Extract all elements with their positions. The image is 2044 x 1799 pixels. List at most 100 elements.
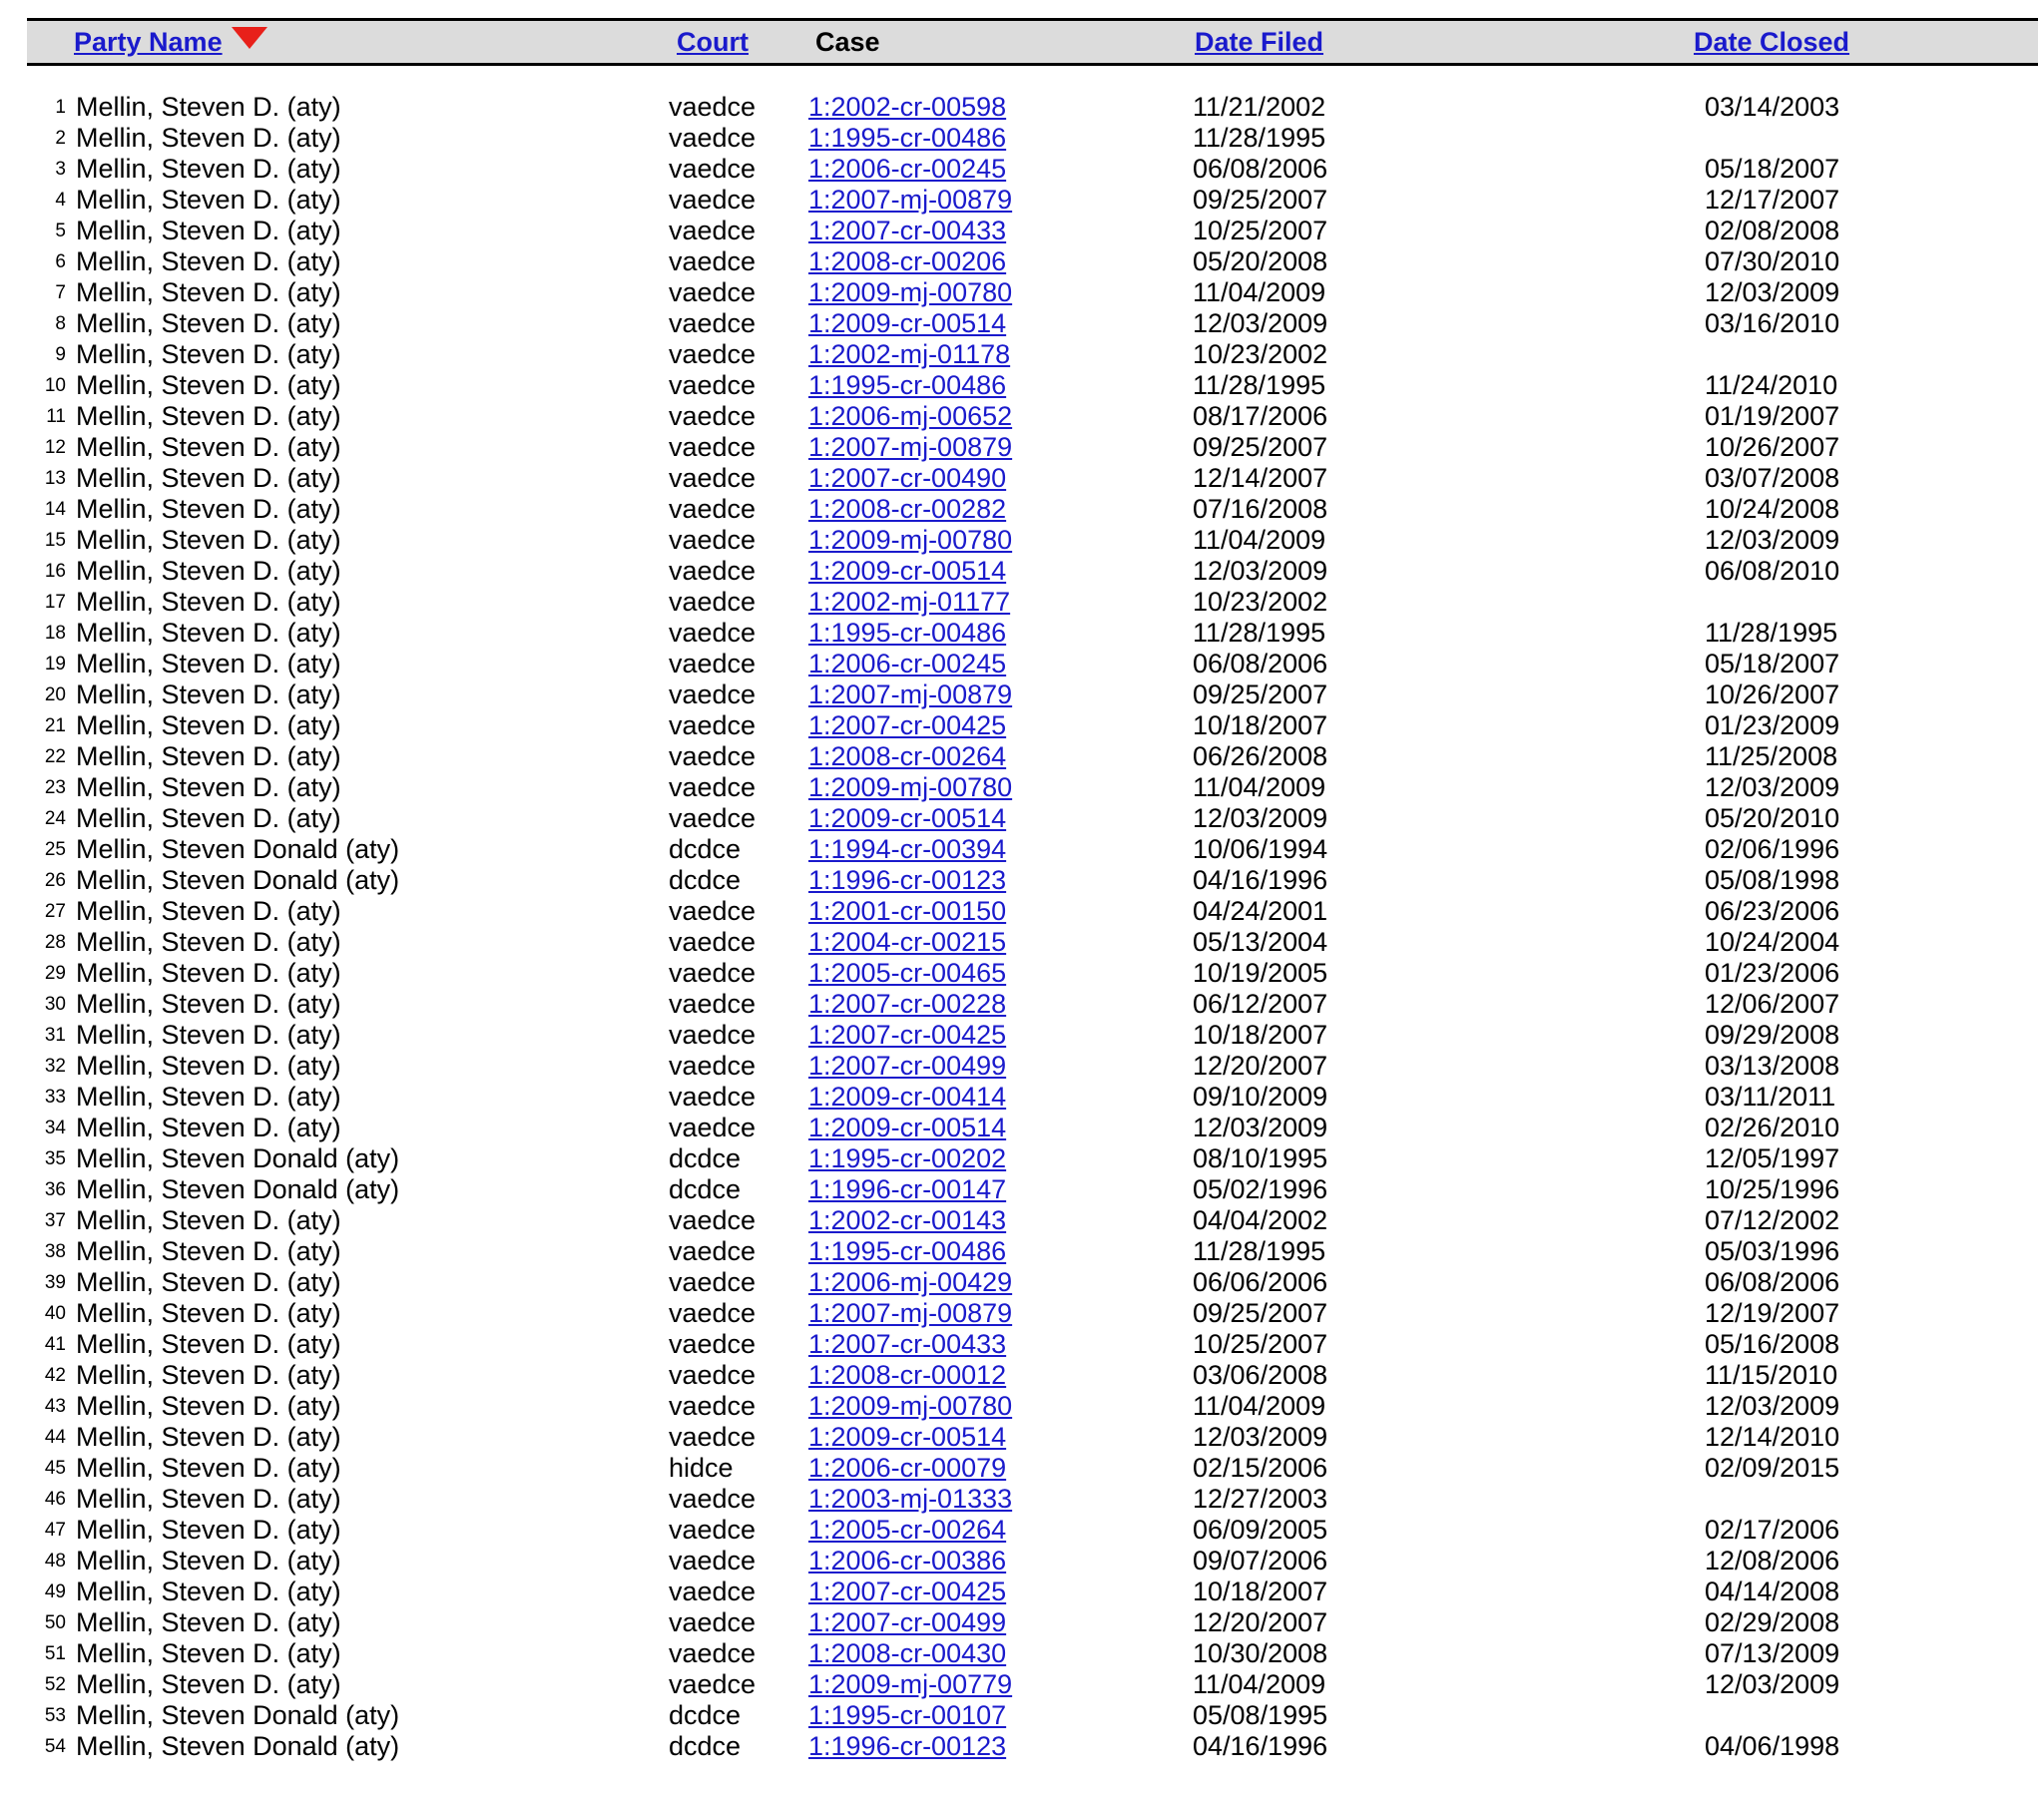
- date-filed-cell: 11/21/2002: [1193, 92, 1326, 122]
- date-filed-cell: 07/16/2008: [1193, 494, 1328, 524]
- case-link[interactable]: 1:2007-mj-00879: [808, 679, 1012, 710]
- date-closed-cell: 11/28/1995: [1705, 618, 1838, 648]
- table-row: 32 Mellin, Steven D. (aty) vaedce 1:2007-cr…: [0, 1051, 2044, 1082]
- party-name-sort-link[interactable]: Party Name: [74, 27, 223, 58]
- party-name-cell: Mellin, Steven Donald (aty): [76, 1731, 400, 1761]
- case-link[interactable]: 1:2006-mj-00429: [808, 1267, 1012, 1298]
- court-sort-link[interactable]: Court: [677, 27, 749, 58]
- date-filed-cell: 06/08/2006: [1193, 154, 1328, 184]
- date-filed-cell: 10/19/2005: [1193, 958, 1328, 988]
- court-cell: vaedce: [669, 896, 757, 926]
- case-link[interactable]: 1:2008-cr-00430: [808, 1638, 1006, 1669]
- court-cell: vaedce: [669, 154, 757, 184]
- case-link[interactable]: 1:2009-cr-00514: [808, 556, 1006, 587]
- court-cell: vaedce: [669, 1298, 757, 1328]
- sort-descending-icon[interactable]: [232, 27, 267, 49]
- case-link[interactable]: 1:1995-cr-00486: [808, 370, 1006, 401]
- case-link[interactable]: 1:2002-cr-00143: [808, 1205, 1006, 1236]
- case-link[interactable]: 1:2009-mj-00779: [808, 1669, 1012, 1700]
- case-link[interactable]: 1:2008-cr-00012: [808, 1360, 1006, 1391]
- case-link[interactable]: 1:2007-mj-00879: [808, 185, 1012, 216]
- case-link[interactable]: 1:1995-cr-00486: [808, 618, 1006, 649]
- party-name-cell: Mellin, Steven D. (aty): [76, 649, 341, 678]
- case-link[interactable]: 1:2009-cr-00514: [808, 308, 1006, 339]
- case-link[interactable]: 1:2004-cr-00215: [808, 927, 1006, 958]
- case-link[interactable]: 1:2007-cr-00425: [808, 1020, 1006, 1051]
- case-link[interactable]: 1:2007-cr-00433: [808, 1329, 1006, 1360]
- case-link[interactable]: 1:1995-cr-00107: [808, 1700, 1006, 1731]
- case-link[interactable]: 1:2006-cr-00245: [808, 649, 1006, 679]
- date-closed-cell: 05/20/2010: [1705, 803, 1840, 833]
- case-link[interactable]: 1:2006-cr-00245: [808, 154, 1006, 185]
- case-link[interactable]: 1:1996-cr-00147: [808, 1174, 1006, 1205]
- case-link[interactable]: 1:2007-cr-00490: [808, 463, 1006, 494]
- case-link[interactable]: 1:2009-mj-00780: [808, 525, 1012, 556]
- case-link[interactable]: 1:2009-mj-00780: [808, 1391, 1012, 1422]
- case-link[interactable]: 1:2005-cr-00465: [808, 958, 1006, 989]
- case-link[interactable]: 1:1994-cr-00394: [808, 834, 1006, 865]
- case-link[interactable]: 1:2009-cr-00414: [808, 1082, 1006, 1113]
- row-number: 23: [44, 777, 66, 798]
- case-link[interactable]: 1:2008-cr-00264: [808, 741, 1006, 772]
- case-link[interactable]: 1:2009-cr-00514: [808, 1113, 1006, 1143]
- case-link[interactable]: 1:2007-cr-00499: [808, 1051, 1006, 1082]
- date-filed-cell: 11/28/1995: [1193, 1236, 1326, 1266]
- date-filed-cell: 02/15/2006: [1193, 1453, 1328, 1483]
- case-link[interactable]: 1:2006-cr-00079: [808, 1453, 1006, 1484]
- party-name-cell: Mellin, Steven D. (aty): [76, 1205, 341, 1235]
- case-link[interactable]: 1:2002-mj-01177: [808, 587, 1010, 618]
- case-link[interactable]: 1:2006-mj-00652: [808, 401, 1012, 432]
- date-filed-cell: 04/16/1996: [1193, 865, 1328, 895]
- court-cell: vaedce: [669, 1391, 757, 1421]
- case-link[interactable]: 1:2007-mj-00879: [808, 432, 1012, 463]
- row-number: 34: [44, 1118, 66, 1138]
- table-row: 1 Mellin, Steven D. (aty) vaedce 1:2002-cr-…: [0, 92, 2044, 123]
- case-link[interactable]: 1:2009-cr-00514: [808, 1422, 1006, 1453]
- date-closed-sort-link[interactable]: Date Closed: [1694, 27, 1849, 58]
- case-link[interactable]: 1:2002-mj-01178: [808, 339, 1010, 370]
- row-number: 26: [44, 870, 66, 891]
- case-link[interactable]: 1:2003-mj-01333: [808, 1484, 1012, 1515]
- case-link[interactable]: 1:2007-cr-00228: [808, 989, 1006, 1020]
- court-cell: vaedce: [669, 1576, 757, 1606]
- case-link[interactable]: 1:2008-cr-00282: [808, 494, 1006, 525]
- table-row: 15 Mellin, Steven D. (aty) vaedce 1:2009-mj…: [0, 525, 2044, 556]
- case-link[interactable]: 1:2009-mj-00780: [808, 277, 1012, 308]
- table-row: 54 Mellin, Steven Donald (aty) dcdce 1:1996…: [0, 1731, 2044, 1762]
- court-cell: vaedce: [669, 710, 757, 740]
- table-row: 45 Mellin, Steven D. (aty) hidce 1:2006-cr-…: [0, 1453, 2044, 1484]
- case-link[interactable]: 1:2007-cr-00433: [808, 216, 1006, 246]
- case-link[interactable]: 1:2007-cr-00425: [808, 710, 1006, 741]
- date-filed-cell: 10/06/1994: [1193, 834, 1328, 864]
- date-filed-cell: 10/23/2002: [1193, 587, 1328, 617]
- row-number: 7: [55, 282, 66, 303]
- case-link[interactable]: 1:2005-cr-00264: [808, 1515, 1006, 1546]
- case-link[interactable]: 1:1996-cr-00123: [808, 1731, 1006, 1762]
- case-link[interactable]: 1:2007-mj-00879: [808, 1298, 1012, 1329]
- case-link[interactable]: 1:1995-cr-00486: [808, 1236, 1006, 1267]
- row-number: 14: [44, 499, 66, 520]
- court-cell: vaedce: [669, 989, 757, 1019]
- table-row: 26 Mellin, Steven Donald (aty) dcdce 1:1996…: [0, 865, 2044, 896]
- case-link[interactable]: 1:2001-cr-00150: [808, 896, 1006, 927]
- case-link[interactable]: 1:2009-mj-00780: [808, 772, 1012, 803]
- case-link[interactable]: 1:2006-cr-00386: [808, 1546, 1006, 1576]
- table-row: 11 Mellin, Steven D. (aty) vaedce 1:2006-mj…: [0, 401, 2044, 432]
- case-link[interactable]: 1:1996-cr-00123: [808, 865, 1006, 896]
- party-name-cell: Mellin, Steven D. (aty): [76, 1669, 341, 1699]
- court-cell: vaedce: [669, 277, 757, 307]
- case-link[interactable]: 1:1995-cr-00202: [808, 1143, 1006, 1174]
- case-link[interactable]: 1:2007-cr-00499: [808, 1607, 1006, 1638]
- party-name-cell: Mellin, Steven D. (aty): [76, 1329, 341, 1359]
- case-link[interactable]: 1:1995-cr-00486: [808, 123, 1006, 154]
- date-closed-cell: 12/08/2006: [1705, 1546, 1840, 1575]
- case-link[interactable]: 1:2009-cr-00514: [808, 803, 1006, 834]
- date-filed-sort-link[interactable]: Date Filed: [1195, 27, 1323, 58]
- case-link[interactable]: 1:2002-cr-00598: [808, 92, 1006, 123]
- date-filed-cell: 05/02/1996: [1193, 1174, 1328, 1204]
- case-link[interactable]: 1:2008-cr-00206: [808, 246, 1006, 277]
- table-row: 49 Mellin, Steven D. (aty) vaedce 1:2007-cr…: [0, 1576, 2044, 1607]
- case-link[interactable]: 1:2007-cr-00425: [808, 1576, 1006, 1607]
- party-name-cell: Mellin, Steven D. (aty): [76, 123, 341, 153]
- court-cell: vaedce: [669, 308, 757, 338]
